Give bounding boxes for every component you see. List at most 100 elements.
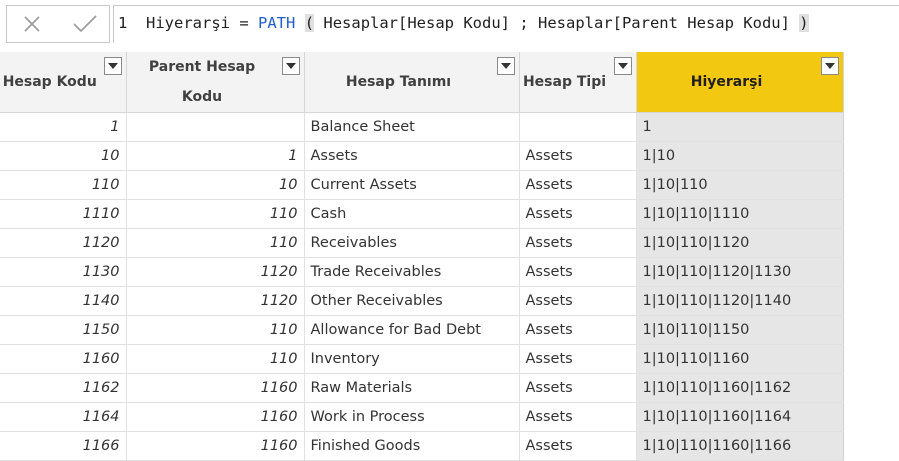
cell-hesap-kodu[interactable]: 10 — [0, 141, 127, 171]
cell-parent-hesap-kodu[interactable]: 110 — [126, 199, 305, 229]
cell-hesap-tipi[interactable]: Assets — [519, 431, 637, 461]
grid-empty-area — [843, 52, 899, 113]
grid-empty-area — [843, 402, 899, 432]
cell-hesap-tanimi[interactable]: Raw Materials — [304, 373, 520, 403]
column-header-hiyerarsi[interactable]: Hiyerarşi — [636, 52, 844, 113]
cell-hesap-kodu[interactable]: 1160 — [0, 344, 127, 374]
cell-hesap-kodu[interactable]: 1150 — [0, 315, 127, 345]
table-row[interactable]: 1150 110 Allowance for Bad Debt Assets 1|10|… — [0, 315, 899, 345]
cell-hesap-kodu[interactable]: 1166 — [0, 431, 127, 461]
filter-dropdown-button[interactable] — [103, 57, 122, 75]
cell-hesap-kodu[interactable]: 1140 — [0, 286, 127, 316]
cell-parent-hesap-kodu[interactable]: 1 — [126, 141, 305, 171]
cell-hesap-tanimi[interactable]: Balance Sheet — [304, 112, 520, 142]
filter-dropdown-button[interactable] — [820, 57, 839, 75]
column-header-parent-hesap-kodu[interactable]: Parent Hesap Kodu — [126, 52, 305, 113]
table-row[interactable]: 1160 110 Inventory Assets 1|10|110|1160 — [0, 344, 899, 374]
filter-dropdown-button[interactable] — [613, 57, 632, 75]
table-row[interactable]: 1162 1160 Raw Materials Assets 1|10|110|1160… — [0, 373, 899, 403]
cell-hesap-tanimi[interactable]: Cash — [304, 199, 520, 229]
formula-arguments: Hesaplar[Hesap Kodu] ; Hesaplar[Parent H… — [314, 14, 800, 32]
cell-hesap-tipi[interactable]: Assets — [519, 373, 637, 403]
chevron-down-icon — [500, 63, 511, 69]
cell-hiyerarsi[interactable]: 1|10|110|1120|1140 — [636, 286, 844, 316]
grid-empty-area — [843, 315, 899, 345]
cell-hesap-tipi[interactable]: Assets — [519, 286, 637, 316]
cell-hesap-kodu[interactable]: 1130 — [0, 257, 127, 287]
table-row[interactable]: 10 1 Assets Assets 1|10 — [0, 141, 899, 171]
cell-hesap-tanimi[interactable]: Receivables — [304, 228, 520, 258]
table-row[interactable]: 1164 1160 Work in Process Assets 1|10|110|11… — [0, 402, 899, 432]
cell-hesap-kodu[interactable]: 1110 — [0, 199, 127, 229]
cell-hesap-tipi[interactable]: Assets — [519, 344, 637, 374]
column-header-hesap-kodu[interactable]: Hesap Kodu — [0, 52, 127, 113]
cell-hiyerarsi[interactable]: 1|10|110|1110 — [636, 199, 844, 229]
grid-empty-area — [843, 257, 899, 287]
cell-hesap-tanimi[interactable]: Current Assets — [304, 170, 520, 200]
cell-parent-hesap-kodu[interactable]: 110 — [126, 315, 305, 345]
cell-hesap-tipi[interactable]: Assets — [519, 402, 637, 432]
cancel-button[interactable] — [9, 6, 55, 42]
cell-hesap-tanimi[interactable]: Work in Process — [304, 402, 520, 432]
formula-input[interactable]: 1 Hiyerarşi = PATH ( Hesaplar[Hesap Kodu… — [113, 5, 899, 43]
cell-hesap-tipi[interactable]: Assets — [519, 199, 637, 229]
data-table: Hesap Kodu Parent Hesap Kodu Hesap Tanım… — [0, 52, 899, 461]
cell-hesap-tanimi[interactable]: Allowance for Bad Debt — [304, 315, 520, 345]
filter-dropdown-button[interactable] — [281, 57, 300, 75]
table-row[interactable]: 1 Balance Sheet 1 — [0, 112, 899, 142]
cell-parent-hesap-kodu[interactable]: 1120 — [126, 257, 305, 287]
filter-dropdown-button[interactable] — [496, 57, 515, 75]
cell-hesap-tanimi[interactable]: Finished Goods — [304, 431, 520, 461]
table-row[interactable]: 1130 1120 Trade Receivables Assets 1|10|110|… — [0, 257, 899, 287]
cell-hiyerarsi[interactable]: 1|10 — [636, 141, 844, 171]
column-header-label: Parent Hesap Kodu — [148, 59, 256, 105]
cell-parent-hesap-kodu[interactable]: 10 — [126, 170, 305, 200]
table-header-row: Hesap Kodu Parent Hesap Kodu Hesap Tanım… — [0, 52, 899, 113]
table-row[interactable]: 110 10 Current Assets Assets 1|10|110 — [0, 170, 899, 200]
cell-hesap-kodu[interactable]: 1162 — [0, 373, 127, 403]
table-row[interactable]: 1140 1120 Other Receivables Assets 1|10|110|… — [0, 286, 899, 316]
grid-empty-area — [843, 344, 899, 374]
cell-hesap-tipi[interactable]: Assets — [519, 228, 637, 258]
cell-hesap-tanimi[interactable]: Trade Receivables — [304, 257, 520, 287]
cell-parent-hesap-kodu[interactable]: 1120 — [126, 286, 305, 316]
cell-hiyerarsi[interactable]: 1|10|110|1120|1130 — [636, 257, 844, 287]
cell-hesap-tipi[interactable]: Assets — [519, 257, 637, 287]
cell-hesap-tipi[interactable]: Assets — [519, 141, 637, 171]
cell-hiyerarsi[interactable]: 1|10|110|1120 — [636, 228, 844, 258]
cell-parent-hesap-kodu[interactable] — [126, 112, 305, 142]
cell-hiyerarsi[interactable]: 1|10|110 — [636, 170, 844, 200]
cell-hesap-tipi[interactable]: Assets — [519, 315, 637, 345]
cell-hiyerarsi[interactable]: 1 — [636, 112, 844, 142]
table-row[interactable]: 1110 110 Cash Assets 1|10|110|1110 — [0, 199, 899, 229]
cell-hesap-tanimi[interactable]: Inventory — [304, 344, 520, 374]
cell-hiyerarsi[interactable]: 1|10|110|1150 — [636, 315, 844, 345]
cell-hiyerarsi[interactable]: 1|10|110|1160|1164 — [636, 402, 844, 432]
cell-hesap-kodu[interactable]: 1 — [0, 112, 127, 142]
table-body: 1 Balance Sheet 1 10 1 Assets Assets 1|10 110 10 C… — [0, 112, 899, 461]
column-header-hesap-tanimi[interactable]: Hesap Tanımı — [304, 52, 520, 113]
cell-parent-hesap-kodu[interactable]: 1160 — [126, 431, 305, 461]
table-row[interactable]: 1166 1160 Finished Goods Assets 1|10|110|116… — [0, 431, 899, 461]
cell-hiyerarsi[interactable]: 1|10|110|1160|1162 — [636, 373, 844, 403]
cell-hesap-kodu[interactable]: 1120 — [0, 228, 127, 258]
chevron-down-icon — [285, 63, 296, 69]
cell-parent-hesap-kodu[interactable]: 1160 — [126, 373, 305, 403]
cell-parent-hesap-kodu[interactable]: 110 — [126, 228, 305, 258]
table-row[interactable]: 1120 110 Receivables Assets 1|10|110|1120 — [0, 228, 899, 258]
cell-hesap-tanimi[interactable]: Assets — [304, 141, 520, 171]
grid-empty-area — [843, 431, 899, 461]
column-header-hesap-tipi[interactable]: Hesap Tipi — [519, 52, 637, 113]
formula-bar: 1 Hiyerarşi = PATH ( Hesaplar[Hesap Kodu… — [0, 0, 899, 50]
cell-parent-hesap-kodu[interactable]: 110 — [126, 344, 305, 374]
cell-hesap-tipi[interactable] — [519, 112, 637, 142]
column-header-label: Hesap Tanımı — [345, 74, 452, 90]
cell-hesap-kodu[interactable]: 110 — [0, 170, 127, 200]
cell-hesap-tanimi[interactable]: Other Receivables — [304, 286, 520, 316]
cell-hesap-kodu[interactable]: 1164 — [0, 402, 127, 432]
cell-hiyerarsi[interactable]: 1|10|110|1160 — [636, 344, 844, 374]
cell-parent-hesap-kodu[interactable]: 1160 — [126, 402, 305, 432]
cell-hesap-tipi[interactable]: Assets — [519, 170, 637, 200]
commit-button[interactable] — [59, 6, 105, 42]
cell-hiyerarsi[interactable]: 1|10|110|1160|1166 — [636, 431, 844, 461]
